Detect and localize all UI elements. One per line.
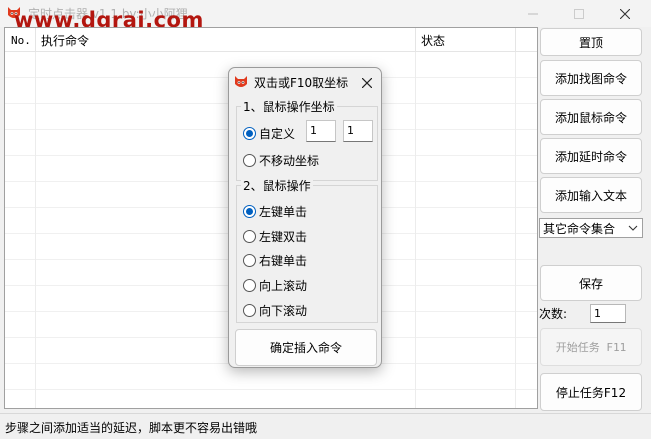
radio-left-double-click-label: 左键双击 <box>259 230 308 244</box>
close-button[interactable] <box>602 0 648 27</box>
column-divider[interactable] <box>415 28 416 52</box>
stop-task-button[interactable]: 停止任务F12 <box>540 373 642 411</box>
y-coordinate-input[interactable]: 1 <box>343 120 373 142</box>
start-task-button[interactable]: 开始任务 F11 <box>540 328 642 366</box>
count-label: 次数: <box>539 307 568 321</box>
coordinate-group: 1、鼠标操作坐标 自定义 不移动坐标 <box>236 98 378 181</box>
radio-button[interactable] <box>243 254 256 267</box>
mouse-action-group: 2、鼠标操作 左键单击 左键双击 右键单击 向上滚动 向下滚动 <box>236 177 378 323</box>
add-find-image-button[interactable]: 添加找图命令 <box>540 60 642 96</box>
save-button[interactable]: 保存 <box>540 265 642 301</box>
radio-right-click-label: 右键单击 <box>259 254 308 268</box>
radio-no-move[interactable]: 不移动坐标 <box>243 152 319 169</box>
radio-no-move-label: 不移动坐标 <box>259 154 320 168</box>
radio-custom[interactable]: 自定义 <box>243 125 295 142</box>
x-coordinate-input[interactable]: 1 <box>306 120 336 142</box>
radio-scroll-down[interactable]: 向下滚动 <box>243 302 307 319</box>
close-icon <box>620 8 630 19</box>
radio-button-selected[interactable] <box>243 205 256 218</box>
column-header-status[interactable]: 状态 <box>421 32 445 49</box>
minimize-icon <box>528 13 538 14</box>
column-header-no[interactable]: No. <box>11 34 31 47</box>
add-input-text-button[interactable]: 添加输入文本 <box>540 177 642 213</box>
radio-scroll-down-label: 向下滚动 <box>259 304 308 318</box>
list-header: No. 执行命令 状态 <box>5 28 537 52</box>
radio-button[interactable] <box>243 154 256 167</box>
column-divider[interactable] <box>515 28 516 52</box>
add-delay-command-button[interactable]: 添加延时命令 <box>540 138 642 174</box>
radio-left-click[interactable]: 左键单击 <box>243 203 307 220</box>
dialog-title: 双击或F10取坐标 <box>254 76 349 90</box>
maximize-button[interactable] <box>556 0 602 27</box>
radio-left-click-label: 左键单击 <box>259 205 308 219</box>
radio-button[interactable] <box>243 304 256 317</box>
radio-button-selected[interactable] <box>243 127 256 140</box>
coordinate-group-label: 1、鼠标操作坐标 <box>241 98 337 115</box>
insert-command-button[interactable]: 确定插入命令 <box>235 329 377 366</box>
pin-button[interactable]: 置顶 <box>540 28 642 56</box>
close-icon <box>362 78 372 88</box>
radio-button[interactable] <box>243 230 256 243</box>
mouse-action-group-label: 2、鼠标操作 <box>241 177 313 194</box>
minimize-button[interactable] <box>510 0 556 27</box>
other-commands-value: 其它命令集合 <box>543 222 616 236</box>
radio-right-click[interactable]: 右键单击 <box>243 252 307 269</box>
radio-scroll-up-label: 向上滚动 <box>259 279 308 293</box>
maximize-icon <box>574 8 584 19</box>
title-bar: 定时点击器 v1.1 by:小小阿狸 www.dgrai.com <box>0 0 651 32</box>
status-text: 步骤之间添加适当的延迟，脚本更不容易出错哦 <box>5 421 258 435</box>
column-divider[interactable] <box>35 28 36 52</box>
status-bar: 步骤之间添加适当的延迟，脚本更不容易出错哦 <box>0 413 651 439</box>
add-mouse-command-button[interactable]: 添加鼠标命令 <box>540 99 642 135</box>
radio-scroll-up[interactable]: 向上滚动 <box>243 277 307 294</box>
radio-custom-label: 自定义 <box>259 127 296 141</box>
radio-button[interactable] <box>243 279 256 292</box>
dialog-close-button[interactable] <box>358 74 376 92</box>
fox-app-icon <box>235 76 247 87</box>
chevron-down-icon <box>628 225 638 231</box>
coordinate-dialog: 双击或F10取坐标 1、鼠标操作坐标 自定义 不移动坐标 1 1 2、鼠标操作 … <box>228 67 382 368</box>
other-commands-select[interactable]: 其它命令集合 <box>539 218 643 238</box>
column-header-command[interactable]: 执行命令 <box>41 32 89 49</box>
count-input[interactable]: 1 <box>590 304 626 323</box>
radio-left-double-click[interactable]: 左键双击 <box>243 228 307 245</box>
